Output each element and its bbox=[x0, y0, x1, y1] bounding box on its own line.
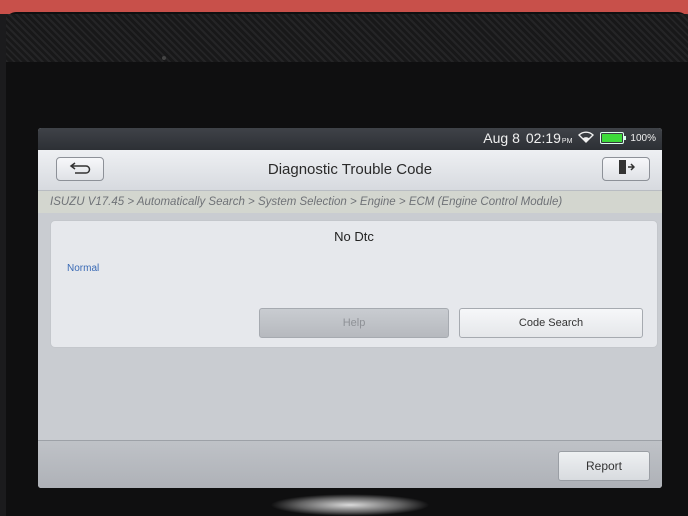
status-cluster: Aug 8 02:19PM 100% bbox=[483, 130, 656, 146]
code-search-button[interactable]: Code Search bbox=[459, 308, 643, 338]
dtc-result-panel: No Dtc Normal Help Code Search bbox=[50, 220, 658, 348]
device-screen: Aug 8 02:19PM 100% Diagnostic Trouble Co… bbox=[38, 128, 662, 488]
exit-button[interactable] bbox=[602, 157, 650, 181]
camera-dot bbox=[162, 56, 166, 60]
battery-icon bbox=[600, 132, 627, 144]
bottom-toolbar: Report bbox=[38, 440, 662, 488]
report-button[interactable]: Report bbox=[558, 451, 650, 481]
dtc-result-title: No Dtc bbox=[334, 229, 374, 244]
battery-tip bbox=[624, 136, 627, 140]
help-button[interactable]: Help bbox=[259, 308, 449, 338]
exit-door-icon bbox=[617, 159, 636, 180]
status-date: Aug 8 bbox=[483, 130, 520, 146]
status-time: 02:19PM bbox=[525, 130, 573, 146]
status-bar: Aug 8 02:19PM 100% bbox=[38, 128, 662, 150]
wifi-icon bbox=[578, 130, 595, 146]
title-bar: Diagnostic Trouble Code bbox=[38, 150, 662, 191]
battery-percent: 100% bbox=[630, 132, 656, 144]
status-ampm: PM bbox=[561, 138, 573, 145]
breadcrumb: ISUZU V17.45 > Automatically Search > Sy… bbox=[38, 191, 662, 213]
brand-logo-glow bbox=[270, 494, 430, 516]
bezel-texture bbox=[6, 14, 688, 62]
page-title: Diagnostic Trouble Code bbox=[267, 161, 433, 178]
dtc-status-text: Normal bbox=[67, 263, 100, 274]
battery-fill bbox=[602, 134, 623, 142]
